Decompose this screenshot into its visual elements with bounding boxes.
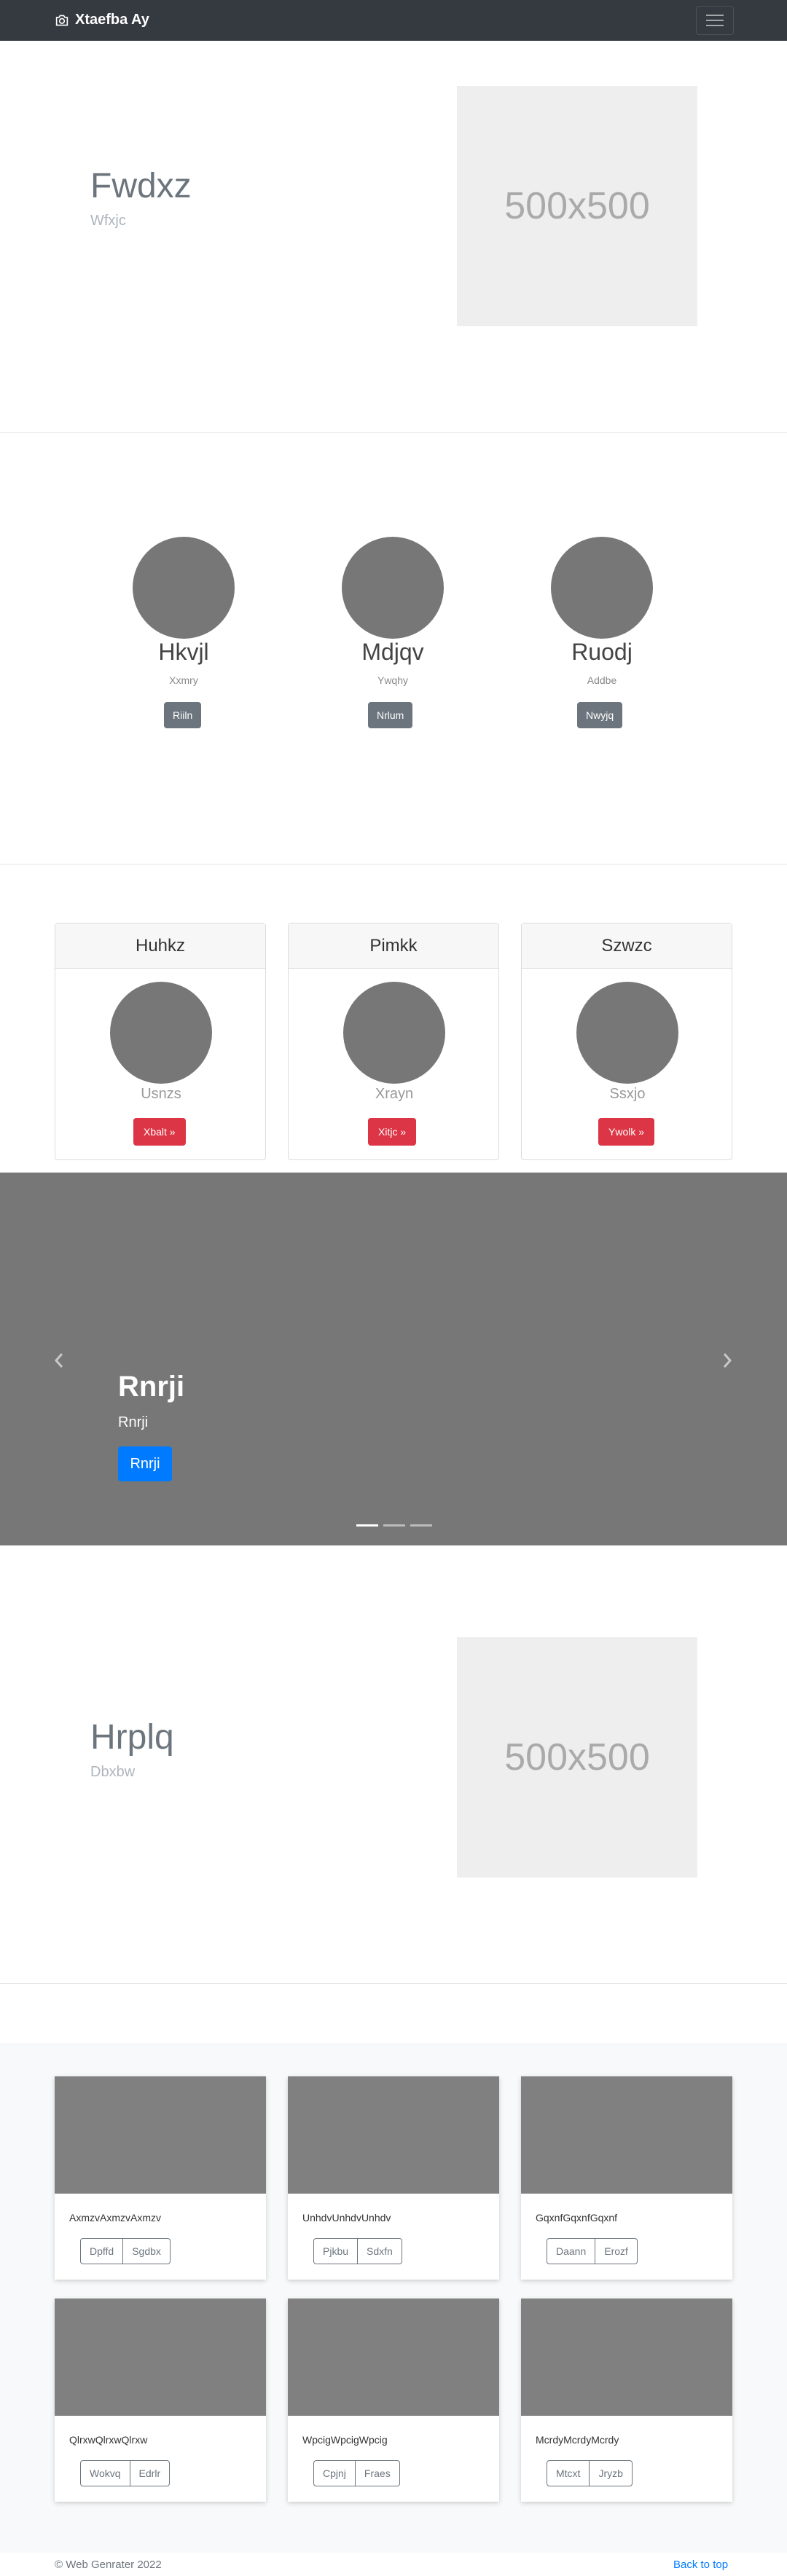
card-button-group: Cpjnj Fraes: [313, 2460, 400, 2486]
album-card: AxmzvAxmzvAxmzv Dpffd Sgdbx: [55, 2076, 266, 2280]
card-subtitle: Xrayn: [375, 1086, 414, 1102]
back-to-top-link[interactable]: Back to top: [673, 2559, 728, 2571]
avatar: [551, 537, 653, 639]
person-name: Mdjqv: [361, 639, 424, 665]
hero-image-placeholder: 500x500: [457, 1637, 697, 1878]
album-card: WpcigWpcigWpcig Cpjnj Fraes: [288, 2299, 499, 2502]
album-card: QlrxwQlrxwQlrxw Wokvq Edrlr: [55, 2299, 266, 2502]
person-subtitle: Addbe: [587, 674, 617, 686]
brand-text[interactable]: Xtaefba Ay: [75, 12, 149, 28]
card-header: Szwzc: [522, 923, 732, 969]
card-text: QlrxwQlrxwQlrxw: [69, 2434, 148, 2446]
card-subtitle: Ssxjo: [609, 1086, 646, 1102]
hero-title: Fwdxz: [90, 167, 192, 205]
card-action-button[interactable]: Mtcxt: [547, 2460, 590, 2486]
carousel-indicators: [356, 1524, 432, 1527]
card-text: UnhdvUnhdvUnhdv: [302, 2212, 391, 2224]
card-action-button[interactable]: Sgdbx: [123, 2238, 171, 2264]
card-action-button[interactable]: Erozf: [595, 2238, 638, 2264]
hero-image-placeholder: 500x500: [457, 86, 697, 326]
hamburger-icon: [706, 15, 724, 16]
card-action-button[interactable]: Wokvq: [80, 2460, 130, 2486]
card-action-button[interactable]: Daann: [547, 2238, 596, 2264]
hero-subtitle: Dbxbw: [90, 1764, 136, 1780]
card-header: Pimkk: [289, 923, 498, 969]
album-section: AxmzvAxmzvAxmzv Dpffd Sgdbx UnhdvUnhdvUn…: [0, 2043, 787, 2553]
pricing-card: Szwzc Ssxjo Ywolk »: [521, 923, 732, 1160]
album-card: McrdyMcrdyMcrdy Mtcxt Jryzb: [521, 2299, 732, 2502]
footer-copyright: © Web Genrater 2022: [55, 2559, 162, 2571]
card-image: [521, 2076, 732, 2194]
card-text: WpcigWpcigWpcig: [302, 2434, 388, 2446]
person-button[interactable]: Nwyjq: [577, 702, 623, 728]
card-action-button[interactable]: Cpjnj: [313, 2460, 356, 2486]
card-button-group: Wokvq Edrlr: [80, 2460, 171, 2486]
section-divider: [0, 1983, 787, 1984]
card-action-button[interactable]: Pjkbu: [313, 2238, 359, 2264]
card-text: GqxnfGqxnfGqxnf: [536, 2212, 618, 2224]
card-button[interactable]: Ywolk »: [598, 1118, 655, 1146]
avatar: [133, 537, 235, 639]
avatar: [110, 982, 212, 1084]
card-text: McrdyMcrdyMcrdy: [536, 2434, 619, 2446]
avatar: [576, 982, 678, 1084]
card-button-group: Mtcxt Jryzb: [547, 2460, 633, 2486]
person-subtitle: Ywqhy: [377, 674, 409, 686]
card-header: Huhkz: [55, 923, 265, 969]
person-button[interactable]: Nrlum: [368, 702, 413, 728]
person-button[interactable]: Riiln: [164, 702, 202, 728]
card-subtitle: Usnzs: [141, 1086, 181, 1102]
card-button[interactable]: Xbalt »: [133, 1118, 186, 1146]
chevron-right-icon: [723, 1353, 732, 1368]
hero-subtitle: Wfxjc: [90, 213, 126, 229]
card-image: [288, 2076, 499, 2194]
card-action-button[interactable]: Dpffd: [80, 2238, 124, 2264]
carousel-prev-button[interactable]: [48, 1350, 70, 1371]
card-action-button[interactable]: Sdxfn: [358, 2238, 402, 2264]
person-name: Hkvjl: [158, 639, 209, 665]
carousel-indicator[interactable]: [383, 1524, 405, 1527]
card-button-group: Dpffd Sgdbx: [80, 2238, 171, 2264]
card-action-button[interactable]: Fraes: [355, 2460, 400, 2486]
pricing-card: Huhkz Usnzs Xbalt »: [55, 923, 266, 1160]
card-button-group: Daann Erozf: [547, 2238, 638, 2264]
image-size-label: 500x500: [504, 185, 650, 227]
avatar: [342, 537, 444, 639]
navbar-toggler-button[interactable]: [696, 6, 734, 35]
camera-icon: [55, 15, 68, 25]
card-image: [288, 2299, 499, 2416]
pricing-card: Pimkk Xrayn Xitjc »: [288, 923, 499, 1160]
carousel-cta-button[interactable]: Rnrji: [118, 1446, 172, 1481]
card-text: AxmzvAxmzvAxmzv: [69, 2212, 161, 2224]
brand-link[interactable]: Xtaefba Ay: [55, 12, 149, 28]
card-action-button[interactable]: Jryzb: [590, 2460, 633, 2486]
card-image: [55, 2299, 266, 2416]
carousel: Rnrji Rnrji Rnrji: [0, 1173, 787, 1545]
album-card: GqxnfGqxnfGqxnf Daann Erozf: [521, 2076, 732, 2280]
section-divider: [0, 432, 787, 433]
card-action-button[interactable]: Edrlr: [130, 2460, 171, 2486]
album-card: UnhdvUnhdvUnhdv Pjkbu Sdxfn: [288, 2076, 499, 2280]
hero-title: Hrplq: [90, 1718, 174, 1757]
carousel-subtitle: Rnrji: [118, 1414, 149, 1430]
card-button[interactable]: Xitjc »: [368, 1118, 417, 1146]
person-name: Ruodj: [571, 639, 633, 665]
carousel-indicator[interactable]: [356, 1524, 378, 1527]
chevron-left-icon: [54, 1353, 63, 1368]
carousel-next-button[interactable]: [716, 1350, 738, 1371]
carousel-indicator[interactable]: [410, 1524, 432, 1527]
avatar: [343, 982, 445, 1084]
person-subtitle: Xxmry: [169, 674, 198, 686]
carousel-title: Rnrji: [118, 1371, 185, 1403]
image-size-label: 500x500: [504, 1736, 650, 1779]
card-button-group: Pjkbu Sdxfn: [313, 2238, 402, 2264]
navbar: Xtaefba Ay: [0, 0, 787, 41]
card-image: [521, 2299, 732, 2416]
card-image: [55, 2076, 266, 2194]
